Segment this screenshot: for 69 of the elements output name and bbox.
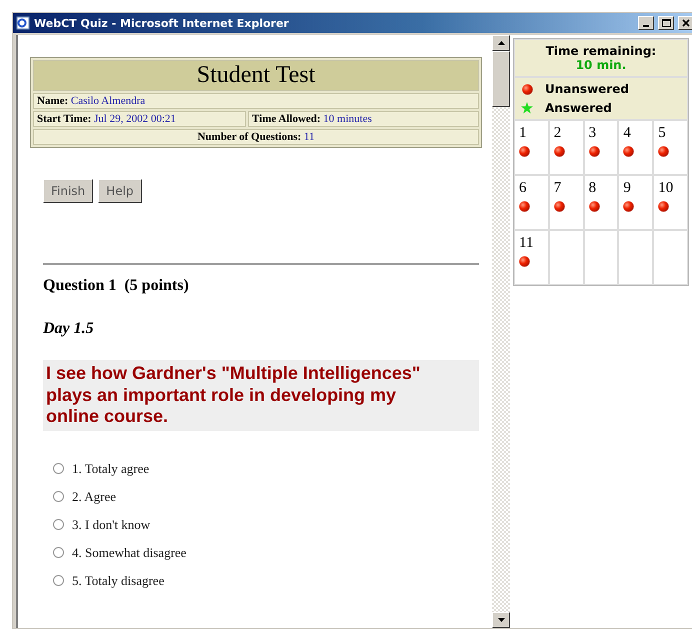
start-time: Jul 29, 2002 00:21	[94, 113, 176, 125]
field-label: Time Allowed:	[252, 113, 321, 125]
field-label: Start Time:	[37, 113, 92, 125]
question-cell[interactable]: 10	[654, 176, 687, 229]
question-count: 11	[304, 131, 315, 143]
browser-icon	[16, 16, 30, 30]
question-cell[interactable]: 5	[654, 121, 687, 174]
window-title: WebCT Quiz - Microsoft Internet Explorer	[34, 16, 290, 30]
field-label: Number of Questions:	[197, 131, 302, 143]
question-cell[interactable]: 8	[584, 176, 618, 229]
question-prompt: I see how Gardner's "Multiple Intelligences" plays an important role in developing my online course.	[43, 360, 479, 431]
question-cell[interactable]: 7	[550, 176, 583, 229]
question-number: 5	[658, 125, 667, 142]
radio-button[interactable]	[53, 547, 64, 558]
form-button[interactable]: Finish	[43, 179, 94, 203]
scroll-thumb[interactable]	[492, 51, 510, 107]
test-title: Student Test	[33, 60, 479, 91]
option-label: 2. Agree	[72, 488, 116, 505]
question-cell[interactable]: 4	[619, 121, 652, 174]
close-icon	[682, 19, 690, 27]
question-cell[interactable]: 2	[550, 121, 583, 174]
radio-button[interactable]	[53, 575, 64, 586]
question-cell[interactable]: 9	[619, 176, 652, 229]
question-number: 8	[588, 180, 598, 197]
up-arrow-icon	[498, 41, 504, 45]
question-cell[interactable]: 6	[515, 176, 548, 229]
down-arrow-icon	[498, 618, 504, 622]
option-label: 4. Somewhat disagree	[72, 544, 186, 561]
scroll-down-button[interactable]	[492, 612, 510, 628]
star-icon	[521, 102, 533, 114]
legend-label: Unanswered	[545, 82, 629, 96]
question-heading: Question 1 (5 points)	[43, 277, 190, 295]
radio-button[interactable]	[53, 519, 64, 530]
question-number: 3	[588, 125, 598, 142]
question-cell[interactable]: 3	[584, 121, 618, 174]
question-number: 2	[554, 125, 562, 142]
option-label: 5. Totaly disagree	[72, 572, 164, 589]
form-button[interactable]: Help	[98, 179, 142, 203]
question-title: Day 1.5	[43, 320, 95, 338]
close-button[interactable]	[678, 16, 692, 30]
empty-cell	[654, 231, 687, 284]
question-number: 11	[519, 235, 534, 252]
question-cell[interactable]: 11	[515, 231, 548, 284]
question-cell[interactable]: 1	[515, 121, 548, 174]
minimize-button[interactable]	[638, 16, 654, 30]
question-number: 1	[519, 125, 528, 142]
empty-cell	[550, 231, 583, 284]
question-number: 7	[554, 180, 562, 197]
legend-label: Answered	[545, 101, 612, 115]
maximize-icon	[662, 19, 670, 27]
empty-cell	[584, 231, 618, 284]
scrollbar[interactable]	[492, 35, 510, 628]
option-label: 3. I don't know	[72, 516, 150, 533]
question-number: 9	[623, 180, 632, 197]
question-number: 6	[519, 180, 528, 197]
empty-cell	[619, 231, 652, 284]
radio-button[interactable]	[53, 491, 64, 502]
question-number: 4	[623, 125, 632, 142]
dot-icon	[522, 84, 532, 94]
field-label: Name:	[37, 95, 68, 107]
option-label: 1. Totaly agree	[72, 460, 150, 477]
question-number: 10	[658, 180, 674, 197]
timer-value: 10 min.	[576, 58, 626, 72]
maximize-button[interactable]	[658, 16, 674, 30]
timer-label: Time remaining:	[546, 44, 656, 58]
radio-button[interactable]	[53, 463, 64, 474]
student-name: Casilo Almendra	[70, 95, 146, 107]
scroll-up-button[interactable]	[492, 35, 510, 51]
time-allowed: 10 minutes	[323, 113, 372, 125]
